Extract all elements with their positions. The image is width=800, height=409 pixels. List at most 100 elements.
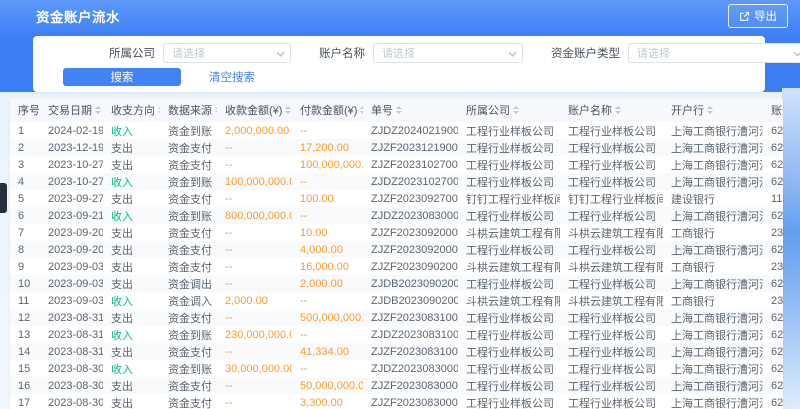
sort-caret-icon[interactable] (615, 106, 621, 114)
flow-table-card: 序号交易日期收支方向数据来源收款金额(¥)付款金额(¥)单号所属公司账户名称开户… (10, 98, 783, 409)
column-header-bank[interactable]: 开户行 (663, 98, 763, 122)
column-header-order_no[interactable]: 单号 (363, 98, 458, 122)
cell-account_name: 工程行业样板公司 (560, 122, 663, 139)
cell-bank: 建设银行 (663, 190, 763, 207)
cell-receive: 230,000,000.00 (217, 326, 292, 343)
column-header-source[interactable]: 数据来源 (160, 98, 217, 122)
cell-no: 7 (10, 224, 40, 241)
column-label: 收款金额(¥) (225, 102, 282, 118)
column-header-receive[interactable]: 收款金额(¥) (217, 98, 292, 122)
sort-caret-icon[interactable] (158, 106, 160, 114)
cell-pay: -- (292, 360, 363, 377)
sort-caret-icon[interactable] (707, 106, 713, 114)
column-label: 开户行 (671, 102, 704, 118)
cell-source: 资金到账 (160, 360, 217, 377)
cell-company: 工程行业样板公司 (458, 207, 560, 224)
column-header-pay[interactable]: 付款金额(¥) (292, 98, 363, 122)
cell-date: 2023-09-20 (40, 241, 103, 258)
cell-account_no: 23329499 (763, 258, 783, 275)
cell-no: 2 (10, 139, 40, 156)
cell-bank: 上海工商银行漕河泾支行 (663, 139, 763, 156)
cell-source: 资金到账 (160, 122, 217, 139)
cell-source: 资金到账 (160, 326, 217, 343)
column-header-account_name[interactable]: 账户名称 (560, 98, 663, 122)
cell-company: 钉钉工程行业样板间 (458, 190, 560, 207)
cell-account_no: 622230111 (763, 122, 783, 139)
cell-company: 工程行业样板公司 (458, 173, 560, 190)
cell-pay: 10.00 (292, 224, 363, 241)
cell-order_no: ZJDZ20231027001 (363, 173, 458, 190)
export-icon (739, 11, 750, 22)
cell-receive: -- (217, 156, 292, 173)
cell-no: 16 (10, 377, 40, 394)
cell-direction: 收入 (103, 292, 160, 309)
cell-company: 工程行业样板公司 (458, 122, 560, 139)
cell-pay: 2,000.00 (292, 275, 363, 292)
cell-source: 资金支付 (160, 190, 217, 207)
cell-bank: 上海工商银行漕河泾支行 (663, 360, 763, 377)
cell-account_name: 斗栱云建筑工程有限公司 (560, 258, 663, 275)
clear-search-button[interactable]: 清空搜索 (209, 69, 255, 85)
column-header-company[interactable]: 所属公司 (458, 98, 560, 122)
cell-account_name: 工程行业样板公司 (560, 394, 663, 409)
table-row: 32023-10-27支出资金支付--100,000,000.00ZJZF202… (10, 156, 783, 173)
cell-bank: 上海工商银行漕河泾支行 (663, 122, 763, 139)
cell-date: 2023-10-27 (40, 156, 103, 173)
cell-bank: 工商银行 (663, 224, 763, 241)
table-row: 152023-08-30收入资金到账30,000,000.00--ZJDZ202… (10, 360, 783, 377)
table-row: 102023-09-03支出资金调出--2,000.00ZJDB20230902… (10, 275, 783, 292)
cell-date: 2024-02-19 (40, 122, 103, 139)
cell-account_name: 工程行业样板公司 (560, 326, 663, 343)
company-select[interactable]: 请选择 (163, 43, 291, 63)
cell-pay: 16,000.00 (292, 258, 363, 275)
account-name-label: 账户名称 (319, 45, 365, 61)
cell-receive: -- (217, 377, 292, 394)
sort-caret-icon[interactable] (215, 106, 217, 114)
sort-caret-icon[interactable] (513, 106, 519, 114)
table-row: 82023-09-20支出资金支付--4,000.00ZJZF202309200… (10, 241, 783, 258)
table-row: 52023-09-27支出资金支付--100.00ZJZF20230927001… (10, 190, 783, 207)
search-button[interactable]: 搜索 (63, 68, 181, 86)
chevron-down-icon (276, 44, 285, 62)
account-type-select[interactable]: 请选择 (628, 43, 800, 63)
cell-account_no: 622230111 (763, 360, 783, 377)
cell-order_no: ZJZF20230831001 (363, 343, 458, 360)
cell-account_no: 622230111 (763, 275, 783, 292)
table-row: 112023-09-03收入资金调入2,000.00--ZJDB20230902… (10, 292, 783, 309)
cell-no: 11 (10, 292, 40, 309)
cell-account_name: 工程行业样板公司 (560, 241, 663, 258)
cell-receive: -- (217, 309, 292, 326)
sort-caret-icon[interactable] (285, 106, 291, 114)
cell-account_no: 23329499 (763, 224, 783, 241)
cell-account_name: 工程行业样板公司 (560, 275, 663, 292)
cell-date: 2023-09-03 (40, 292, 103, 309)
cell-date: 2023-09-20 (40, 224, 103, 241)
cell-bank: 上海工商银行漕河泾支行 (663, 173, 763, 190)
account-name-select[interactable]: 请选择 (373, 43, 523, 63)
column-label: 所属公司 (466, 102, 510, 118)
cell-order_no: ZJDZ20230830003 (363, 360, 458, 377)
sort-caret-icon[interactable] (360, 106, 363, 114)
side-widget-handle[interactable] (0, 183, 7, 213)
cell-pay: 100.00 (292, 190, 363, 207)
column-header-account_no[interactable]: 账号 (763, 98, 783, 122)
column-header-date[interactable]: 交易日期 (40, 98, 103, 122)
table-header-row: 序号交易日期收支方向数据来源收款金额(¥)付款金额(¥)单号所属公司账户名称开户… (10, 98, 783, 122)
cell-account_no: 622230111 (763, 377, 783, 394)
cell-order_no: ZJZF20230920002 (363, 224, 458, 241)
cell-account_no: 622230111 (763, 326, 783, 343)
cell-source: 资金支付 (160, 343, 217, 360)
sort-caret-icon[interactable] (396, 106, 402, 114)
cell-bank: 上海工商银行漕河泾支行 (663, 394, 763, 409)
cell-account_name: 钉钉工程行业样板间 (560, 190, 663, 207)
field-account-name: 账户名称 请选择 (319, 43, 523, 63)
table-row: 92023-09-03支出资金支付--16,000.00ZJZF20230902… (10, 258, 783, 275)
cell-order_no: ZJZF20231027001 (363, 156, 458, 173)
export-button[interactable]: 导出 (728, 4, 788, 28)
cell-source: 资金支付 (160, 139, 217, 156)
table-row: 132023-08-31收入资金到账230,000,000.00--ZJDZ20… (10, 326, 783, 343)
sort-caret-icon[interactable] (95, 106, 101, 114)
column-header-direction[interactable]: 收支方向 (103, 98, 160, 122)
cell-company: 斗栱云建筑工程有限公司 (458, 224, 560, 241)
table-row: 12024-02-19收入资金到账2,000,000.00--ZJDZ20240… (10, 122, 783, 139)
